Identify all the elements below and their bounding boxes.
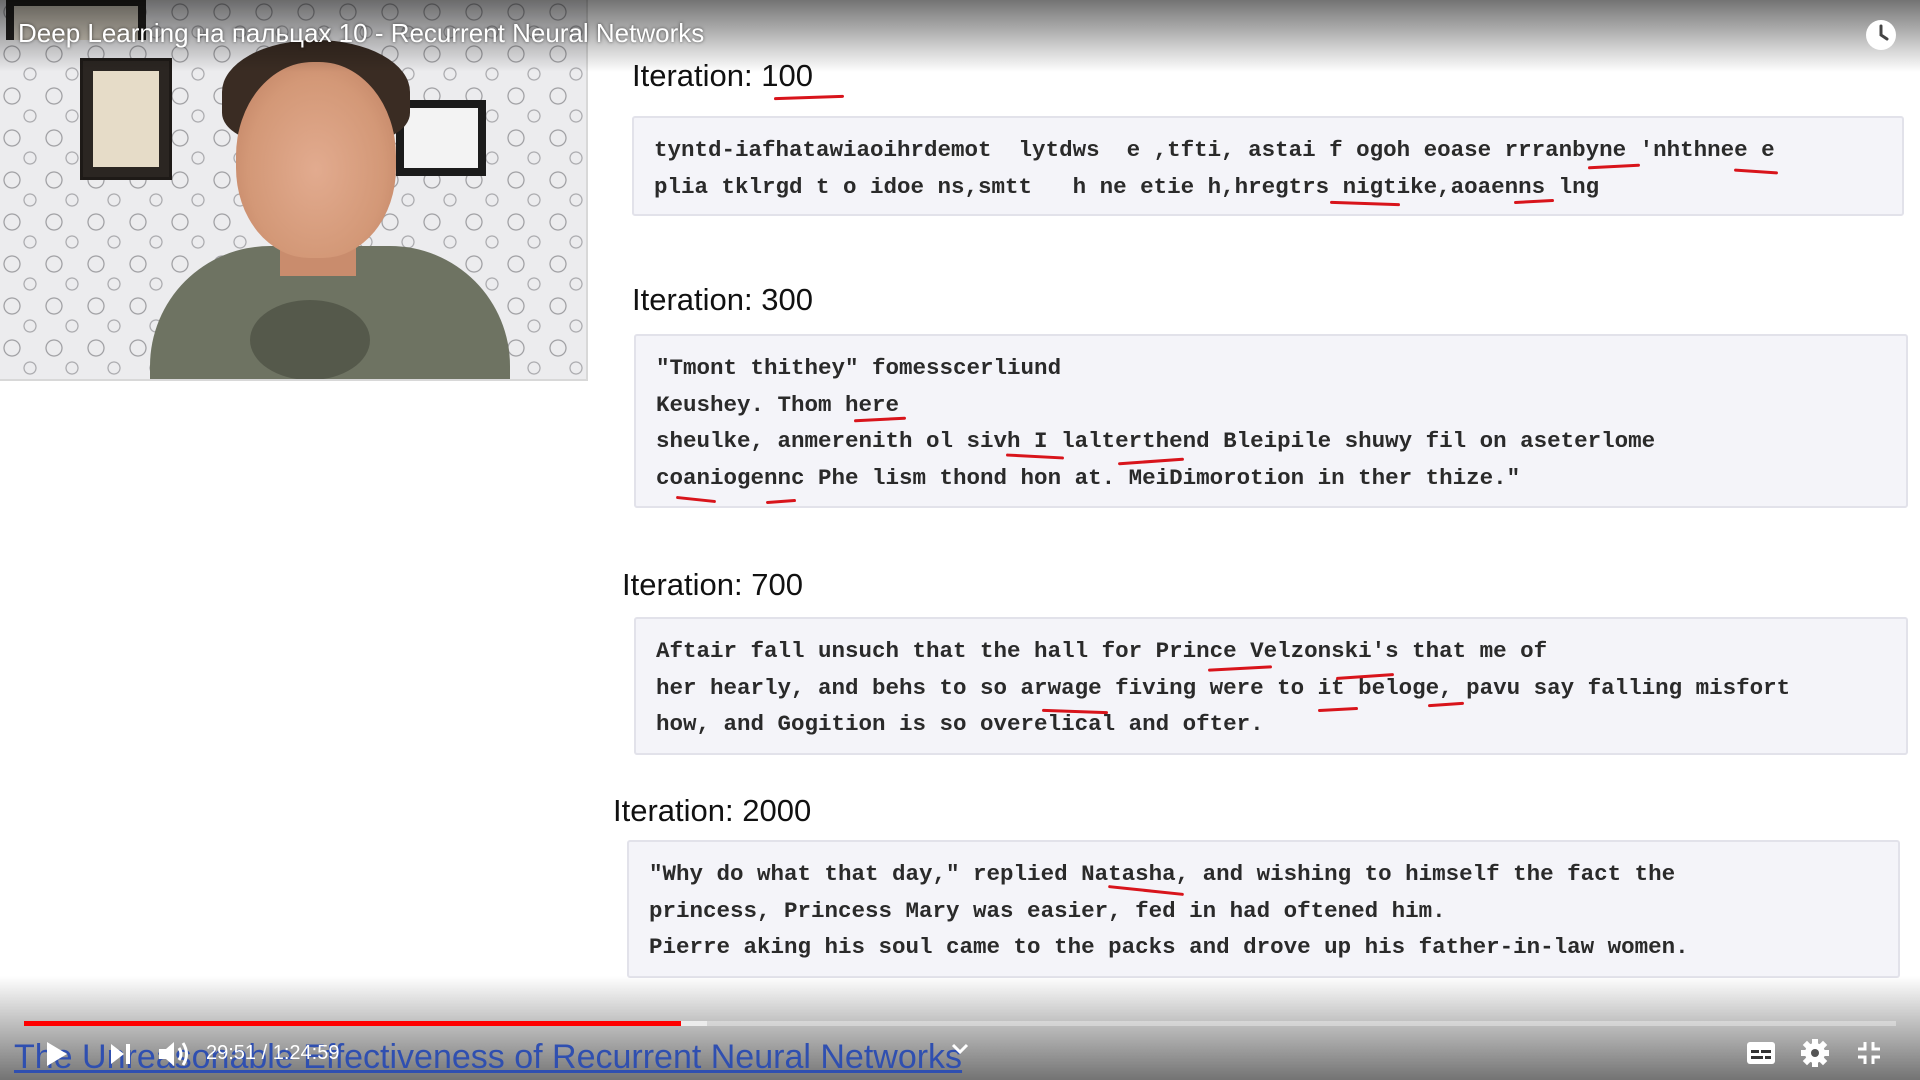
- iteration-title: Iteration: 700: [622, 567, 803, 602]
- presenter-face: [236, 62, 396, 258]
- watch-later-button[interactable]: [1864, 18, 1898, 52]
- sample-line: Pierre aking his soul came to the packs …: [649, 934, 1689, 960]
- settings-button[interactable]: [1800, 1038, 1830, 1073]
- volume-icon: [159, 1042, 188, 1066]
- sample-line: "Tmont thithey" fomesscerliund: [656, 355, 1062, 381]
- clock-icon: [1866, 20, 1896, 50]
- progress-played: [24, 1021, 682, 1026]
- time-display: 29:51 / 1:24:59: [206, 1042, 340, 1064]
- sample-line: how, and Gogition is so overelical and o…: [656, 711, 1264, 737]
- gear-icon: [1801, 1039, 1829, 1067]
- next-icon: [111, 1044, 130, 1064]
- video-frame[interactable]: Iteration: 100 tyntd-iafhatawiaoihrdemot…: [0, 0, 1920, 1080]
- chevron-down-icon: [951, 1043, 969, 1055]
- sample-text-box: Aftair fall unsuch that the hall for Pri…: [634, 617, 1908, 755]
- progress-bar[interactable]: [24, 1021, 1896, 1026]
- play-icon: [47, 1042, 67, 1066]
- sample-text-box: "Why do what that day," replied Natasha,…: [627, 840, 1900, 978]
- sample-line: her hearly, and behs to so arwage fiving…: [656, 674, 1791, 701]
- sample-text-box: "Tmont thithey" fomesscerliund Keushey. …: [634, 334, 1908, 508]
- webcam-picture-frame: [80, 58, 172, 180]
- sample-line: tyntd-iafhatawiaoihrdemot lytdws e ,tfti…: [654, 137, 1775, 163]
- iteration-title: Iteration: 300: [632, 282, 813, 317]
- sample-line: coaniogennc Phe lism thond hon at. MeiDi…: [656, 464, 1521, 491]
- sample-line: Aftair fall unsuch that the hall for Pri…: [656, 638, 1548, 664]
- sample-line: "Why do what that day," replied Natasha,…: [649, 861, 1676, 887]
- annotation-underline: [773, 94, 845, 101]
- sample-line: plia tklrgd t o idoe ns,smtt h ne etie h…: [654, 173, 1600, 200]
- exit-fullscreen-icon: [1858, 1042, 1880, 1064]
- sample-line: princess, Princess Mary was easier, fed …: [649, 897, 1446, 924]
- exit-fullscreen-button[interactable]: [1856, 1040, 1882, 1071]
- chapter-expand-button[interactable]: [950, 1042, 970, 1061]
- play-button[interactable]: [44, 1040, 70, 1073]
- iteration-title: Iteration: 2000: [613, 793, 812, 828]
- subtitles-button[interactable]: [1746, 1040, 1776, 1071]
- volume-button[interactable]: [156, 1038, 192, 1075]
- sample-line: sheulke, anmerenith ol sivh I lalterthen…: [656, 428, 1656, 454]
- video-title[interactable]: Deep Learning на пальцах 10 - Recurrent …: [18, 18, 704, 49]
- subtitles-icon: [1747, 1042, 1775, 1064]
- sample-line: Keushey. Thom here: [656, 391, 900, 418]
- next-button[interactable]: [108, 1042, 132, 1071]
- sample-text-box: tyntd-iafhatawiaoihrdemot lytdws e ,tfti…: [632, 116, 1904, 216]
